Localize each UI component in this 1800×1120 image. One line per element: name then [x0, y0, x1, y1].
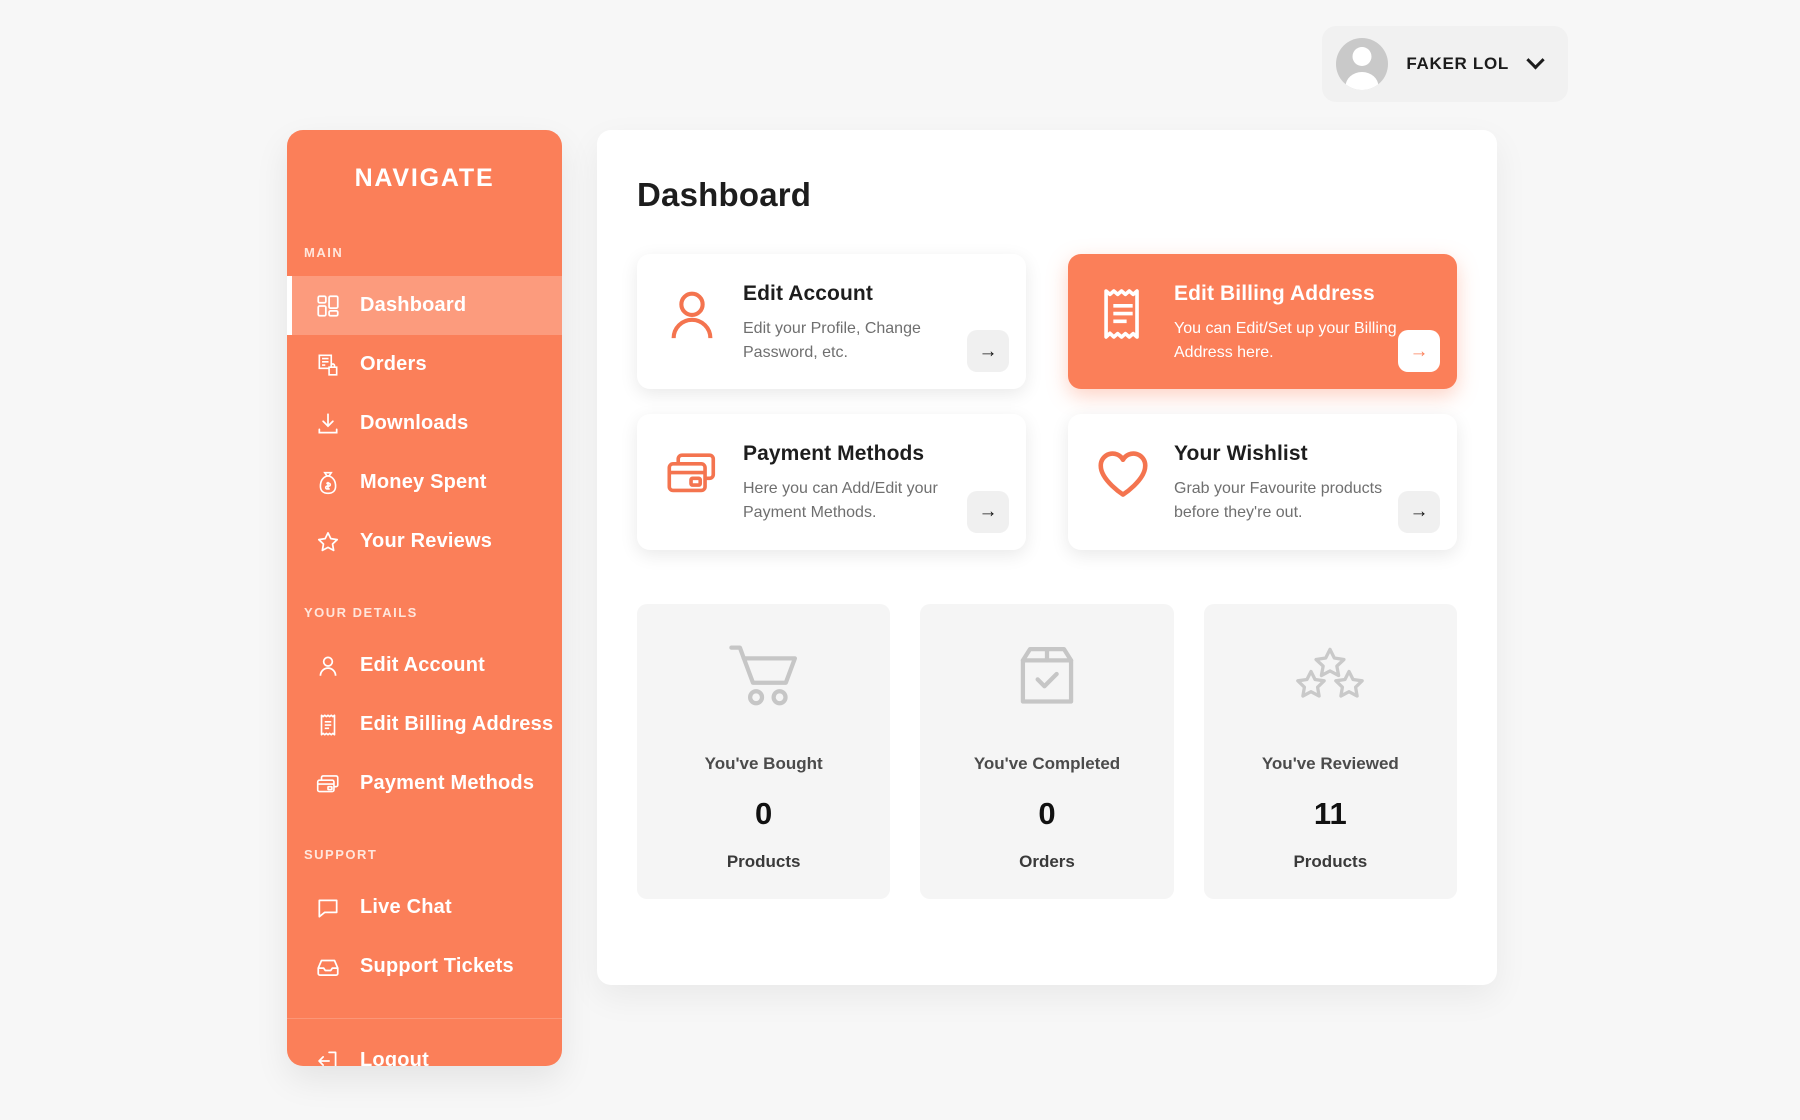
top-bar: FAKER LOL: [0, 0, 1800, 110]
card-title: Your Wishlist: [1174, 442, 1308, 466]
orders-receipt-bag-icon: [318, 353, 338, 376]
sidebar-item-orders[interactable]: Orders: [287, 335, 562, 394]
user-menu[interactable]: FAKER LOL: [1322, 26, 1568, 102]
three-stars-icon: [1296, 647, 1365, 698]
card-go-button[interactable]: →: [1398, 490, 1440, 533]
credit-cards-icon: [316, 774, 339, 792]
sidebar-item-money-spent[interactable]: Money Spent: [287, 453, 562, 512]
page-title: Dashboard: [637, 176, 812, 213]
star-outline-icon: [317, 531, 339, 551]
person-icon: [671, 291, 713, 339]
card-description: Here you can Add/Edit your Payment Metho…: [743, 480, 938, 522]
sidebar-group-main-label: MAIN: [304, 245, 344, 260]
sidebar-group-details-label: YOUR DETAILS: [304, 605, 418, 620]
chat-bubble-icon: [318, 899, 338, 918]
receipt-icon: [1104, 289, 1139, 339]
card-title: Edit Billing Address: [1174, 282, 1375, 305]
sidebar-item-label: Your Reviews: [360, 530, 493, 552]
stat-value: 0: [755, 795, 773, 831]
user-name-label: FAKER LOL: [1406, 54, 1509, 73]
card-payment-methods[interactable]: Payment Methods Here you can Add/Edit yo…: [637, 414, 1026, 550]
sidebar-item-dashboard[interactable]: Dashboard: [287, 276, 562, 335]
stat-value: 0: [1038, 795, 1056, 831]
card-edit-account[interactable]: Edit Account Edit your Profile, Change P…: [637, 254, 1026, 390]
card-your-wishlist[interactable]: Your Wishlist Grab your Favourite produc…: [1068, 414, 1457, 550]
sidebar-item-logout[interactable]: Logout: [287, 1031, 562, 1066]
stat-grid: You've Bought 0 Products You've Complete…: [637, 603, 1457, 899]
sidebar-item-edit-billing-address[interactable]: Edit Billing Address: [287, 695, 562, 754]
package-check-icon: [1020, 646, 1074, 704]
stat-label: You've Completed: [973, 753, 1121, 773]
inbox-icon: [317, 959, 339, 976]
sidebar-item-downloads[interactable]: Downloads: [287, 394, 562, 453]
stat-unit: Products: [726, 851, 801, 871]
card-edit-billing-address[interactable]: Edit Billing Address You can Edit/Set up…: [1068, 254, 1457, 390]
sidebar-item-label: Live Chat: [360, 896, 452, 918]
sidebar-item-label: Support Tickets: [360, 955, 514, 977]
logout-icon: [318, 1050, 337, 1066]
money-bag-icon: [319, 471, 337, 494]
sidebar-item-edit-account[interactable]: Edit Account: [287, 636, 562, 695]
stat-box-reviewed: You've Reviewed 11 Products: [1203, 603, 1457, 899]
sidebar: NAVIGATE MAIN Dashboard Orders Downloads: [287, 130, 562, 1066]
card-description: Edit your Profile, Change Password, etc.: [743, 320, 921, 361]
credit-cards-icon: [667, 453, 716, 493]
card-description: You can Edit/Set up your Billing Address…: [1174, 320, 1397, 361]
sidebar-item-label: Payment Methods: [360, 772, 535, 794]
sidebar-item-label: Edit Account: [360, 654, 485, 676]
stat-label: You've Reviewed: [1261, 753, 1399, 773]
sidebar-item-label: Edit Billing Address: [360, 713, 554, 735]
main-panel: Dashboard Edit Account Edit your Profile…: [597, 130, 1497, 985]
card-text: Your Wishlist Grab your Favourite produc…: [1174, 439, 1424, 524]
shortcut-card-grid: Edit Account Edit your Profile, Change P…: [637, 254, 1457, 550]
stat-box-bought: You've Bought 0 Products: [637, 603, 891, 899]
sidebar-item-label: Dashboard: [360, 294, 467, 316]
sidebar-divider: [287, 1018, 562, 1019]
sidebar-item-payment-methods[interactable]: Payment Methods: [287, 754, 562, 813]
user-avatar-icon: [1336, 38, 1389, 90]
person-icon: [319, 655, 337, 676]
sidebar-item-label: Downloads: [360, 412, 469, 434]
sidebar-item-label: Orders: [360, 353, 427, 375]
stat-value: 11: [1313, 795, 1347, 831]
card-text: Edit Account Edit your Profile, Change P…: [743, 279, 993, 364]
sidebar-item-label: Money Spent: [360, 471, 487, 493]
dashboard-page: FAKER LOL NAVIGATE MAIN Dashboard Orders: [0, 0, 1800, 1120]
stat-label: You've Bought: [704, 753, 823, 773]
heart-icon: [1098, 451, 1148, 498]
card-go-button[interactable]: →: [1398, 330, 1440, 373]
card-go-button[interactable]: →: [967, 490, 1009, 533]
download-tray-icon: [318, 412, 338, 434]
card-description: Grab your Favourite products before they…: [1174, 480, 1383, 522]
card-text: Payment Methods Here you can Add/Edit yo…: [743, 439, 993, 524]
stat-unit: Orders: [1019, 851, 1075, 871]
receipt-icon: [320, 713, 336, 736]
stat-unit: Products: [1293, 851, 1368, 871]
sidebar-title: NAVIGATE: [354, 164, 495, 192]
chevron-down-icon[interactable]: [1526, 50, 1545, 69]
dashboard-grid-icon: [317, 294, 339, 317]
card-title: Payment Methods: [743, 442, 925, 466]
card-title: Edit Account: [743, 282, 873, 305]
sidebar-item-live-chat[interactable]: Live Chat: [287, 878, 562, 937]
sidebar-group-support-label: SUPPORT: [304, 847, 378, 862]
sidebar-item-label: Logout: [360, 1049, 429, 1066]
stat-box-completed: You've Completed 0 Orders: [920, 603, 1174, 899]
card-go-button[interactable]: →: [967, 330, 1009, 373]
sidebar-item-your-reviews[interactable]: Your Reviews: [287, 512, 562, 571]
shopping-cart-icon: [728, 645, 797, 706]
card-text: Edit Billing Address You can Edit/Set up…: [1174, 279, 1424, 364]
sidebar-item-support-tickets[interactable]: Support Tickets: [287, 937, 562, 996]
